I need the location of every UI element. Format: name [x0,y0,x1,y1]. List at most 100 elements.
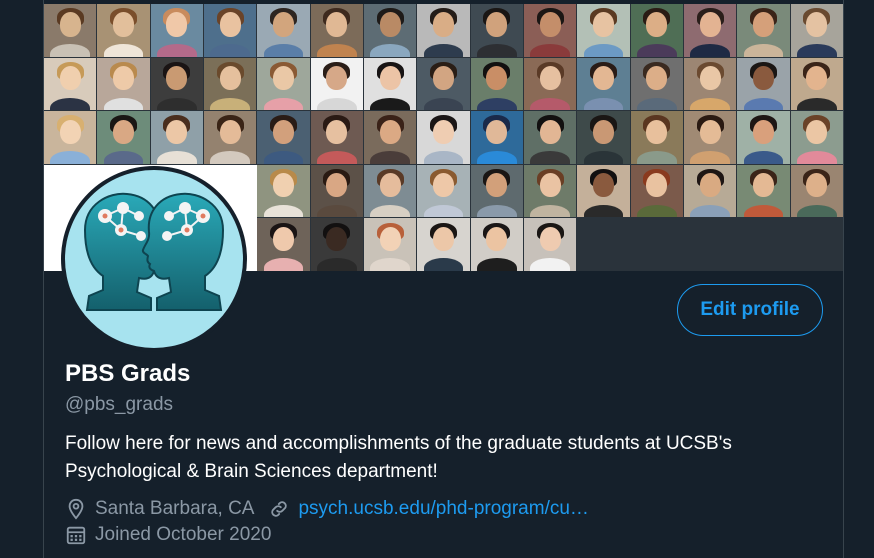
portrait-face [326,173,348,198]
portrait-shoulders [103,97,144,111]
portrait-face [593,119,614,144]
portrait-shoulders [636,43,677,57]
banner-portrait-tile [470,111,523,164]
portrait-shoulders [423,151,464,164]
location-pin-icon [65,498,87,520]
banner-portrait-tile [683,4,737,57]
edit-profile-button[interactable]: Edit profile [677,284,823,336]
two-heads-brain-logo [83,192,225,311]
portrait-face [806,12,828,37]
portrait-face [593,173,614,198]
portrait-shoulders [370,43,411,57]
portrait-face [539,226,561,251]
banner-portrait-tile [417,164,470,218]
portrait-shoulders [796,151,837,164]
portrait-shoulders [423,43,464,57]
portrait-face [113,12,134,37]
banner-portrait-tile [203,4,257,57]
portrait-shoulders [263,204,304,218]
portrait-face [486,173,508,198]
banner-portrait-tile [310,164,363,218]
portrait-face [539,173,561,198]
portrait-face [699,12,721,37]
portrait-face [273,226,294,251]
portrait-face [273,66,294,91]
banner-portrait-tile [523,111,577,164]
banner-portrait-tile [683,164,737,218]
bio-line: Psychological & Brain Sciences departmen… [65,461,438,482]
banner-portrait-tile [630,4,683,57]
banner-portrait-tile [577,57,630,111]
banner-portrait-tile [257,218,310,271]
portrait-shoulders [156,43,197,57]
banner-portrait-tile [203,57,257,111]
portrait-shoulders [583,43,624,57]
portrait-shoulders [743,204,784,218]
portrait-face [433,12,454,37]
portrait-shoulders [530,258,571,271]
profile-location: Santa Barbara, CA [95,498,255,519]
banner-portrait-tile [417,111,470,164]
portrait-face [806,119,828,144]
portrait-face [646,173,668,198]
portrait-shoulders [583,151,624,164]
portrait-shoulders [370,204,411,218]
portrait-face [433,226,454,251]
portrait-shoulders [583,204,624,218]
banner-portrait-tile [150,111,203,164]
portrait-shoulders [316,258,357,271]
banner-portrait-tile [363,57,417,111]
portrait-shoulders [690,151,731,164]
portrait-shoulders [690,97,731,111]
banner-portrait-tile [44,111,97,164]
banner-portrait-tile [523,164,577,218]
portrait-shoulders [476,151,517,164]
portrait-shoulders [103,43,144,57]
portrait-face [59,119,81,144]
banner-portrait-tile [417,218,470,271]
profile-website-link[interactable]: psych.ucsb.edu/phd-program/cu… [298,498,588,520]
banner-portrait-tile [630,164,683,218]
portrait-face [753,119,774,144]
portrait-face [539,119,561,144]
portrait-shoulders [476,204,517,218]
portrait-face [433,173,454,198]
portrait-face [326,66,348,91]
banner-portrait-tile [470,218,523,271]
banner-portrait-tile [257,57,310,111]
portrait-shoulders [530,204,571,218]
portrait-shoulders [423,97,464,111]
banner-portrait-tile [363,111,417,164]
portrait-shoulders [50,43,91,57]
portrait-shoulders [370,258,411,271]
portrait-shoulders [370,97,411,111]
portrait-face [486,119,508,144]
portrait-shoulders [423,258,464,271]
portrait-shoulders [263,258,304,271]
portrait-face [539,12,561,37]
profile-card: Edit profile PBS Grads @pbs_grads Follow… [43,0,844,558]
banner-portrait-tile [470,164,523,218]
portrait-shoulders [690,43,731,57]
banner-portrait-tile [470,57,523,111]
portrait-face [646,119,668,144]
portrait-shoulders [370,151,411,164]
banner-portrait-tile [790,4,843,57]
portrait-face [433,119,454,144]
portrait-shoulders [530,97,571,111]
banner-portrait-tile [310,111,363,164]
banner-portrait-tile [97,4,150,57]
banner-portrait-tile [737,4,790,57]
portrait-face [753,173,774,198]
portrait-face [273,12,294,37]
portrait-face [806,173,828,198]
profile-joined-date: Joined October 2020 [95,524,272,545]
portrait-face [166,12,188,37]
portrait-shoulders [156,97,197,111]
portrait-shoulders [636,204,677,218]
portrait-face [113,66,134,91]
profile-avatar[interactable] [61,166,247,352]
banner-portrait-tile [310,4,363,57]
banner-portrait-tile [470,4,523,57]
portrait-face [273,119,294,144]
